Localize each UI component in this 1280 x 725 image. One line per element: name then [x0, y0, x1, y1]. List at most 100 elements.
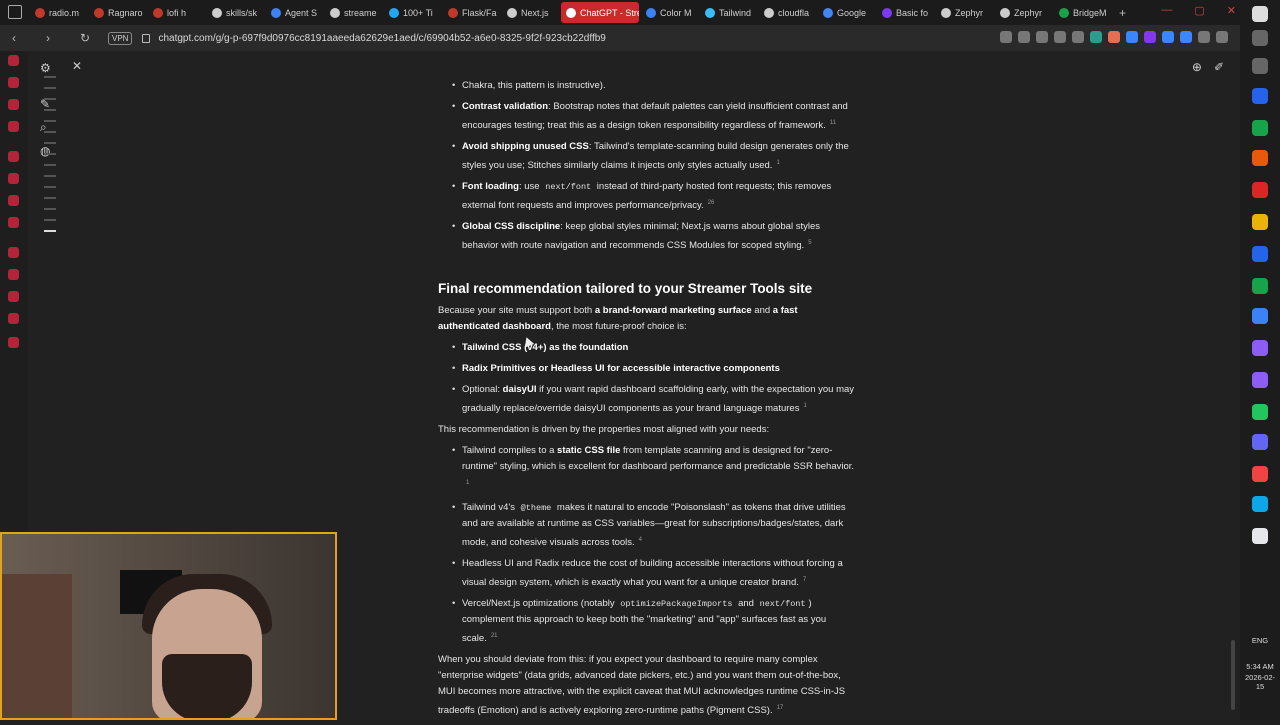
download-icon[interactable]	[1216, 31, 1228, 43]
sidebar-app-icon[interactable]	[8, 55, 19, 66]
webcam-shelf	[2, 574, 72, 718]
browser-tab[interactable]: lofi h	[148, 2, 205, 23]
search-taskbar-icon[interactable]	[1252, 30, 1268, 46]
close-icon[interactable]: ✕	[72, 59, 82, 73]
sidebar-app-icon[interactable]	[8, 77, 19, 88]
sidebar-app-icon[interactable]	[8, 121, 19, 132]
browser-tab[interactable]: Ragnaro	[89, 2, 146, 23]
explorer-icon[interactable]	[1252, 214, 1268, 230]
clock-time[interactable]: 5:34 AM	[1242, 662, 1278, 671]
chat-outline[interactable]	[44, 76, 56, 241]
sidebar-app-icon[interactable]	[8, 99, 19, 110]
forward-icon[interactable]: ›	[46, 31, 68, 45]
browser-tab[interactable]: Color M	[641, 2, 698, 23]
citation-badge[interactable]: 17	[777, 705, 784, 711]
lock-icon[interactable]	[142, 33, 151, 43]
new-tab-icon[interactable]: +	[1113, 6, 1132, 20]
bookmark-icon[interactable]	[1000, 31, 1012, 43]
sidebar-app-icon[interactable]	[8, 247, 19, 258]
profile-icon[interactable]	[1180, 31, 1192, 43]
browser-tab[interactable]: skills/sk	[207, 2, 264, 23]
citation-badge[interactable]: 7	[803, 577, 806, 583]
chrome-icon[interactable]	[1252, 120, 1268, 136]
sidebar-app-icon[interactable]	[8, 151, 19, 162]
sidebar-app-icon[interactable]	[8, 173, 19, 184]
citation-badge[interactable]: 1	[803, 403, 806, 409]
language-indicator[interactable]: ENG	[1242, 636, 1278, 645]
app-icon[interactable]	[1252, 404, 1268, 420]
sidebar-app-icon[interactable]	[8, 291, 19, 302]
close-window-icon[interactable]: ✕	[1227, 4, 1236, 17]
clock-date[interactable]: 2026-02-15	[1242, 673, 1278, 691]
chatgpt-logo-icon[interactable]: ⚙	[40, 61, 51, 75]
citation-badge[interactable]: 21	[491, 633, 498, 639]
download-chat-icon[interactable]: ⊕	[1192, 60, 1202, 74]
extension-e-icon[interactable]	[1162, 31, 1174, 43]
inline-code: next/font	[759, 599, 806, 610]
back-icon[interactable]: ‹	[12, 31, 34, 45]
puzzle-icon[interactable]	[1198, 31, 1210, 43]
browser-tab[interactable]: Tailwind	[700, 2, 757, 23]
shield-icon[interactable]	[1036, 31, 1048, 43]
play-icon[interactable]	[1054, 31, 1066, 43]
tab-favicon-icon	[389, 7, 399, 18]
citation-badge[interactable]: 4	[639, 537, 642, 543]
app-icon[interactable]	[1252, 372, 1268, 388]
firefox-icon[interactable]	[1252, 150, 1268, 166]
sidebar-app-icon[interactable]	[8, 337, 19, 348]
browser-tab[interactable]: Next.js	[502, 2, 559, 23]
edit-link-icon[interactable]: ✐	[1214, 60, 1224, 74]
browser-tab[interactable]: ChatGPT - Stre	[561, 2, 639, 23]
app-icon[interactable]	[1252, 340, 1268, 356]
start-icon[interactable]	[1252, 6, 1268, 22]
browser-tab[interactable]: BridgeM	[1054, 2, 1111, 23]
browser-tab[interactable]: Zephyr	[995, 2, 1052, 23]
browser-tab[interactable]: 100+ Ti	[384, 2, 441, 23]
maximize-icon[interactable]: ▢	[1194, 4, 1204, 17]
task-view-icon[interactable]	[1252, 58, 1268, 74]
extension-a-icon[interactable]	[1090, 31, 1102, 43]
reload-icon[interactable]: ↻	[80, 31, 102, 45]
app-icon[interactable]	[1252, 246, 1268, 262]
page-scrollbar[interactable]	[1231, 640, 1235, 710]
sidebar-app-icon[interactable]	[8, 313, 19, 324]
tab-favicon-icon	[646, 7, 656, 18]
browser-tab[interactable]: Agent S	[266, 2, 323, 23]
minimize-icon[interactable]: —	[1161, 4, 1172, 17]
browser-tab[interactable]: Flask/Fa	[443, 2, 500, 23]
heart-icon[interactable]	[1072, 31, 1084, 43]
browser-tab[interactable]: Google	[818, 2, 875, 23]
vpn-badge[interactable]: VPN	[108, 31, 133, 45]
citation-badge[interactable]: 11	[830, 120, 836, 126]
browser-tab[interactable]: streame	[325, 2, 382, 23]
app-icon[interactable]	[1252, 278, 1268, 294]
browser-tab[interactable]: radio.m	[30, 2, 87, 23]
citation-badge[interactable]: 26	[708, 200, 715, 206]
sidebar-app-icon[interactable]	[8, 217, 19, 228]
obs-icon[interactable]	[1252, 466, 1268, 482]
tab-menu-icon[interactable]	[8, 5, 22, 19]
app-icon[interactable]	[1252, 528, 1268, 544]
url-field[interactable]: chatgpt.com/g/g-p-697f9d0976cc8191aaeeda…	[158, 33, 605, 44]
browser-tab[interactable]: Zephyr	[936, 2, 993, 23]
extension-b-icon[interactable]	[1108, 31, 1120, 43]
app-icon[interactable]	[1252, 88, 1268, 104]
browser-tab[interactable]: cloudfla	[759, 2, 816, 23]
citation-badge[interactable]: 1	[776, 160, 779, 166]
app-icon[interactable]	[1252, 308, 1268, 324]
citation-badge[interactable]: 5	[808, 240, 811, 246]
tab-label: streame	[344, 7, 377, 18]
tab-label: Agent S	[285, 7, 318, 18]
screenshot-icon[interactable]	[1018, 31, 1030, 43]
sidebar-app-icon[interactable]	[8, 195, 19, 206]
active-browser-icon[interactable]	[1252, 182, 1268, 198]
browser-tab[interactable]: Basic fo	[877, 2, 934, 23]
extension-d-icon[interactable]	[1144, 31, 1156, 43]
steam-icon[interactable]	[1252, 496, 1268, 512]
sidebar-app-icon[interactable]	[8, 269, 19, 280]
list-item-bold: Tailwind CSS (v4+) as the foundation	[462, 341, 629, 353]
address-bar: ‹ › ↻ VPN chatgpt.com/g/g-p-697f9d0976cc…	[0, 25, 1240, 51]
extension-c-icon[interactable]	[1126, 31, 1138, 43]
citation-badge[interactable]: 1	[466, 480, 469, 486]
discord-icon[interactable]	[1252, 434, 1268, 450]
